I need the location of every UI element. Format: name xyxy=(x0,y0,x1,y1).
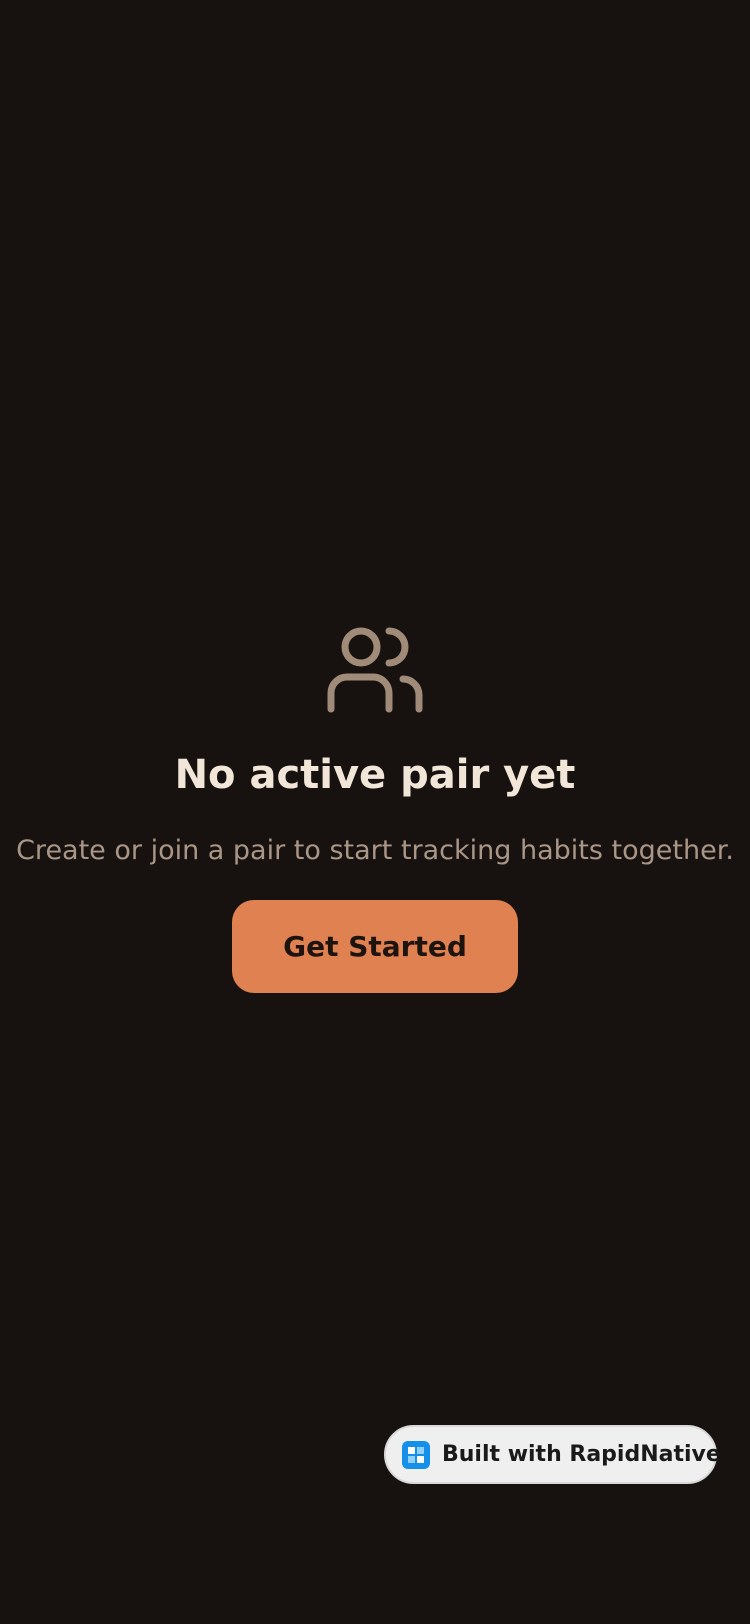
built-with-label: Built with RapidNative xyxy=(442,1442,721,1467)
empty-state: No active pair yet Create or join a pair… xyxy=(0,625,750,994)
screen: No active pair yet Create or join a pair… xyxy=(0,0,750,1624)
empty-state-subtitle: Create or join a pair to start tracking … xyxy=(16,835,734,866)
users-icon xyxy=(327,627,423,713)
built-with-badge[interactable]: Built with RapidNative xyxy=(384,1425,721,1484)
rapidnative-logo-icon xyxy=(402,1440,430,1469)
get-started-button[interactable]: Get Started xyxy=(232,900,518,994)
empty-state-title: No active pair yet xyxy=(174,752,576,798)
